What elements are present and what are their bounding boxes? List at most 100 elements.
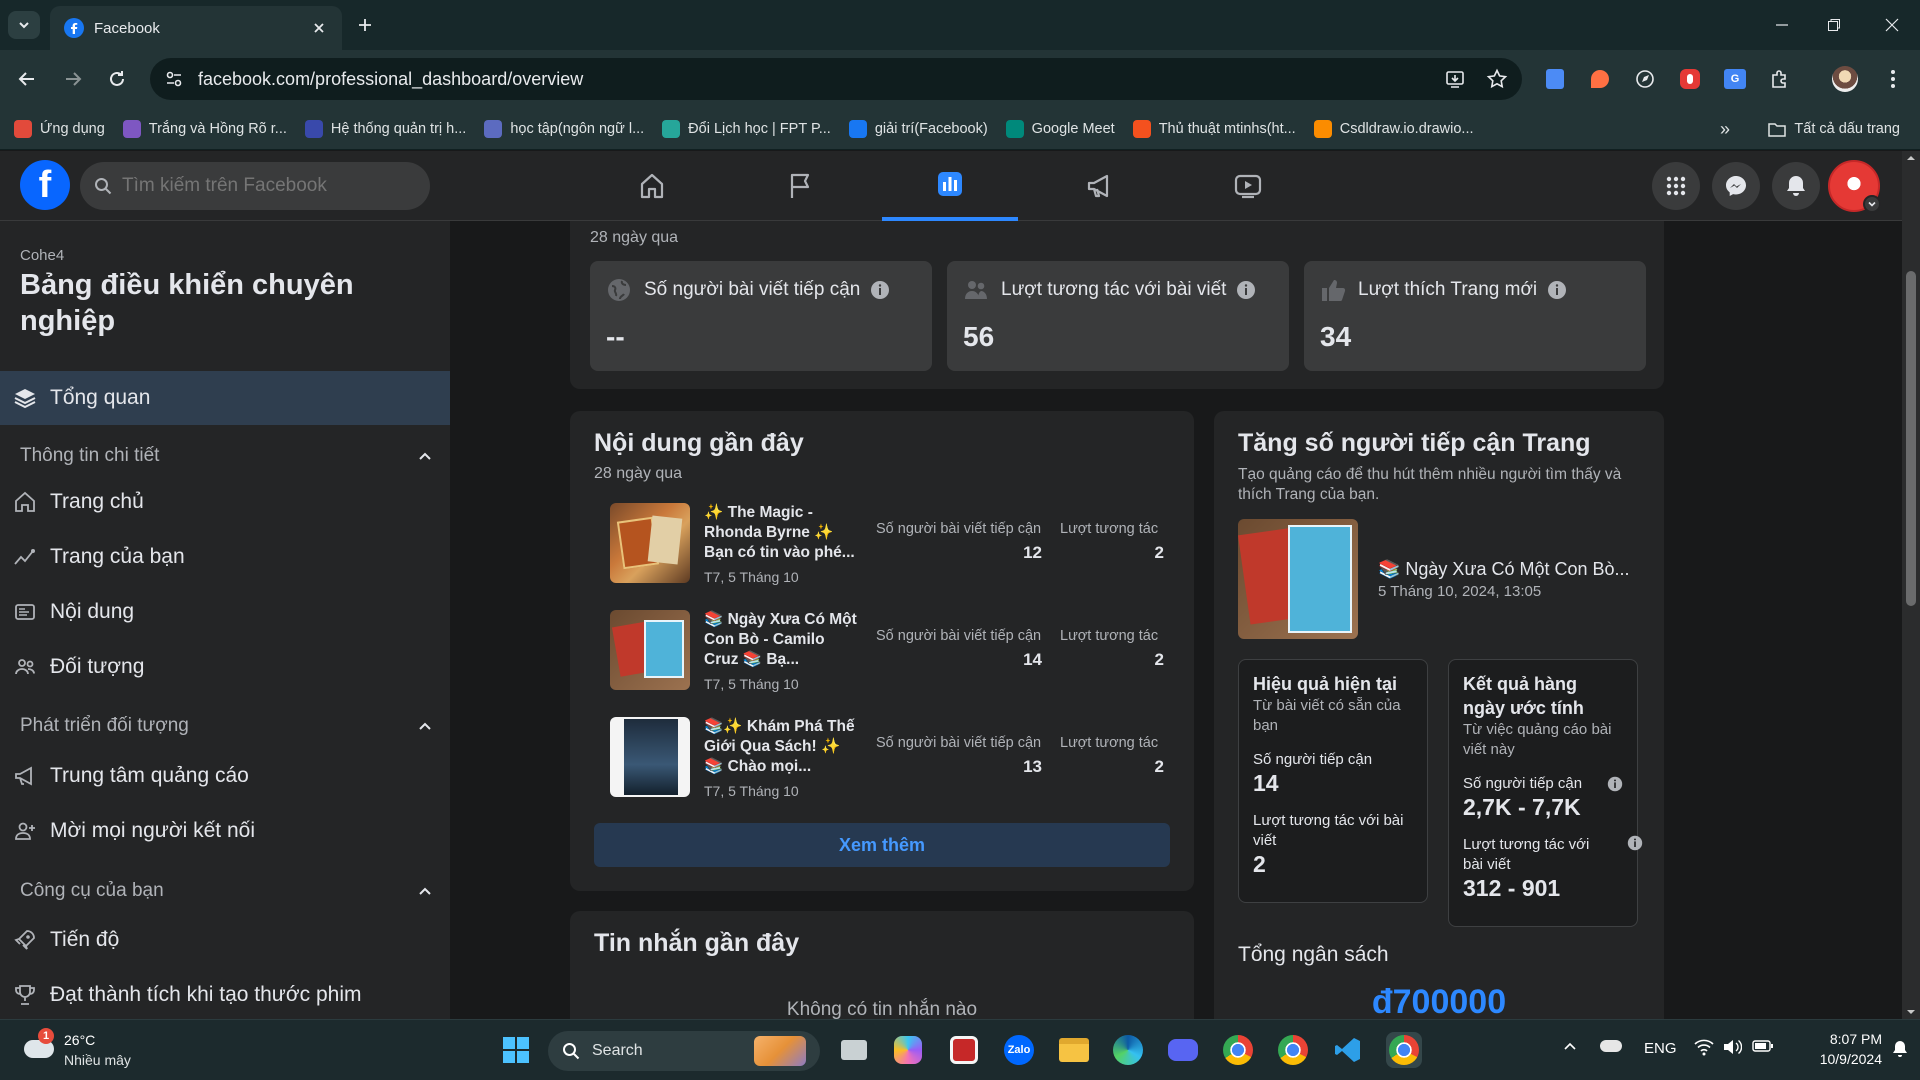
vscode-icon[interactable] [1330, 1032, 1366, 1068]
edge-icon[interactable] [1110, 1032, 1146, 1068]
nav-ads[interactable] [1032, 151, 1168, 221]
sidebar-item-home[interactable]: Trang chủ [0, 475, 450, 529]
bookmark-star-icon[interactable] [1486, 68, 1508, 90]
bookmarks-overflow-icon[interactable]: » [1720, 119, 1730, 140]
extension-docs-icon[interactable] [1540, 64, 1570, 94]
section-audience-growth[interactable]: Phát triển đối tượng [20, 715, 432, 737]
post-row[interactable]: 📚✨ Khám Phá Thế Giới Qua Sách! ✨📚 Chào m… [610, 717, 1170, 807]
profile-avatar-icon[interactable] [1830, 64, 1860, 94]
post-row[interactable]: ✨ The Magic - Rhonda Byrne ✨ Bạn có tin … [610, 503, 1170, 593]
bookmark-item[interactable]: học tập(ngôn ngữ l... [484, 119, 644, 138]
browser-menu-icon[interactable] [1878, 64, 1908, 94]
sidebar-item-label: Trung tâm quảng cáo [50, 764, 249, 787]
sidebar-item-ads-center[interactable]: Trung tâm quảng cáo [0, 749, 450, 803]
bookmark-item[interactable]: giải trí(Facebook) [848, 119, 988, 138]
sidebar-item-your-page[interactable]: Trang của bạn [0, 530, 450, 584]
search-input[interactable] [122, 175, 402, 197]
sidebar-item-audience[interactable]: Đối tượng [0, 640, 450, 694]
facebook-search-box[interactable] [80, 162, 430, 210]
start-button[interactable] [498, 1032, 534, 1068]
back-button[interactable] [12, 64, 42, 94]
section-your-tools[interactable]: Công cụ của bạn [20, 880, 432, 902]
section-insights[interactable]: Thông tin chi tiết [20, 445, 432, 467]
nav-home[interactable] [584, 151, 720, 221]
weather-widget[interactable]: 1 [22, 1028, 58, 1068]
info-icon[interactable] [1627, 835, 1643, 851]
language-indicator[interactable]: ENG [1644, 1040, 1677, 1057]
profile-avatar[interactable] [1828, 160, 1881, 213]
bookmark-item[interactable]: Ứng dụng [14, 119, 105, 138]
post-row[interactable]: 📚 Ngày Xưa Có Một Con Bò - Camilo Cruz 📚… [610, 610, 1170, 700]
chrome-active-icon[interactable] [1386, 1032, 1422, 1068]
extension-orange-icon[interactable] [1585, 64, 1615, 94]
sidebar-item-invite[interactable]: Mời mọi người kết nối [0, 804, 450, 858]
account-chevron-icon[interactable] [1863, 195, 1881, 213]
all-bookmarks-button[interactable]: Tất cả dấu trang [1768, 108, 1900, 150]
sidebar-item-overview[interactable]: Tổng quan [0, 371, 450, 425]
bookmark-item[interactable]: Hệ thống quản trị h... [304, 119, 466, 138]
messenger-button[interactable] [1712, 162, 1760, 210]
task-view-icon[interactable] [836, 1032, 872, 1068]
nav-video[interactable] [1180, 151, 1316, 221]
forward-button[interactable] [58, 64, 88, 94]
scroll-up-icon[interactable] [1902, 151, 1920, 165]
bookmark-item[interactable]: Google Meet [1005, 119, 1115, 138]
notifications-button[interactable] [1772, 162, 1820, 210]
chrome-icon[interactable] [1220, 1032, 1256, 1068]
nav-pages[interactable] [732, 151, 868, 221]
battery-icon[interactable] [1752, 1039, 1774, 1053]
stat-post-reach[interactable]: Số người bài viết tiếp cận -- [590, 261, 932, 371]
chrome-profile-icon[interactable] [1275, 1032, 1311, 1068]
close-tab-icon[interactable] [310, 19, 328, 37]
copilot-icon[interactable] [890, 1032, 926, 1068]
info-icon[interactable] [870, 280, 890, 300]
scroll-down-icon[interactable] [1902, 1005, 1920, 1019]
extension-adblock-icon[interactable] [1675, 64, 1705, 94]
info-icon[interactable] [1547, 280, 1567, 300]
budget-value[interactable]: đ700000 [1214, 983, 1664, 1019]
file-explorer-icon[interactable] [1056, 1032, 1092, 1068]
wifi-icon[interactable] [1694, 1038, 1714, 1056]
bookmark-item[interactable]: Trắng và Hồng Rõ r... [122, 119, 287, 138]
nav-dashboard[interactable] [882, 151, 1018, 221]
taskbar-search[interactable]: Search [548, 1031, 820, 1071]
info-icon[interactable] [1236, 280, 1256, 300]
site-info-icon[interactable] [164, 69, 184, 89]
app-red-icon[interactable] [946, 1032, 982, 1068]
bookmark-item[interactable]: Csdldraw.io.drawio... [1313, 119, 1474, 138]
bookmark-item[interactable]: Thủ thuật mtinhs(ht... [1132, 119, 1296, 138]
menu-button[interactable] [1652, 162, 1700, 210]
stat-new-page-likes[interactable]: Lượt thích Trang mới 34 [1304, 261, 1646, 371]
onedrive-icon[interactable] [1600, 1040, 1622, 1052]
tray-expand-icon[interactable] [1562, 1038, 1578, 1054]
address-bar[interactable]: facebook.com/professional_dashboard/over… [150, 58, 1522, 100]
bookmark-item[interactable]: Đổi Lịch học | FPT P... [662, 119, 831, 138]
reload-button[interactable] [102, 64, 132, 94]
scrollbar-thumb[interactable] [1906, 271, 1916, 606]
extensions-puzzle-icon[interactable] [1765, 64, 1795, 94]
page-scrollbar[interactable] [1902, 151, 1920, 1019]
browser-tab-facebook[interactable]: Facebook [50, 6, 342, 50]
sidebar-item-content[interactable]: Nội dung [0, 585, 450, 639]
info-icon[interactable] [1607, 776, 1623, 792]
extension-translate-icon[interactable]: G [1720, 64, 1750, 94]
install-app-icon[interactable] [1444, 68, 1466, 90]
stat-post-engagement[interactable]: Lượt tương tác với bài viết 56 [947, 261, 1289, 371]
see-more-button[interactable]: Xem thêm [594, 823, 1170, 867]
extension-compass-icon[interactable] [1630, 64, 1660, 94]
discord-icon[interactable] [1165, 1032, 1201, 1068]
facebook-logo[interactable]: f [20, 160, 70, 210]
close-window-button[interactable] [1872, 10, 1912, 40]
minimize-button[interactable] [1762, 10, 1802, 40]
sidebar-item-progress[interactable]: Tiến độ [0, 913, 450, 967]
zalo-icon[interactable]: Zalo [1001, 1032, 1037, 1068]
clock-time[interactable]: 8:07 PM [1796, 1031, 1882, 1047]
volume-icon[interactable] [1722, 1038, 1742, 1056]
boost-post-thumbnail[interactable] [1238, 519, 1358, 639]
new-tab-button[interactable] [352, 12, 378, 38]
sidebar-item-achievements[interactable]: Đạt thành tích khi tạo thước phim [0, 968, 450, 1019]
clock-date[interactable]: 10/9/2024 [1796, 1051, 1882, 1067]
restore-button[interactable] [1814, 10, 1854, 40]
tab-search-button[interactable] [8, 11, 40, 39]
notification-bell-icon[interactable] [1892, 1040, 1908, 1058]
